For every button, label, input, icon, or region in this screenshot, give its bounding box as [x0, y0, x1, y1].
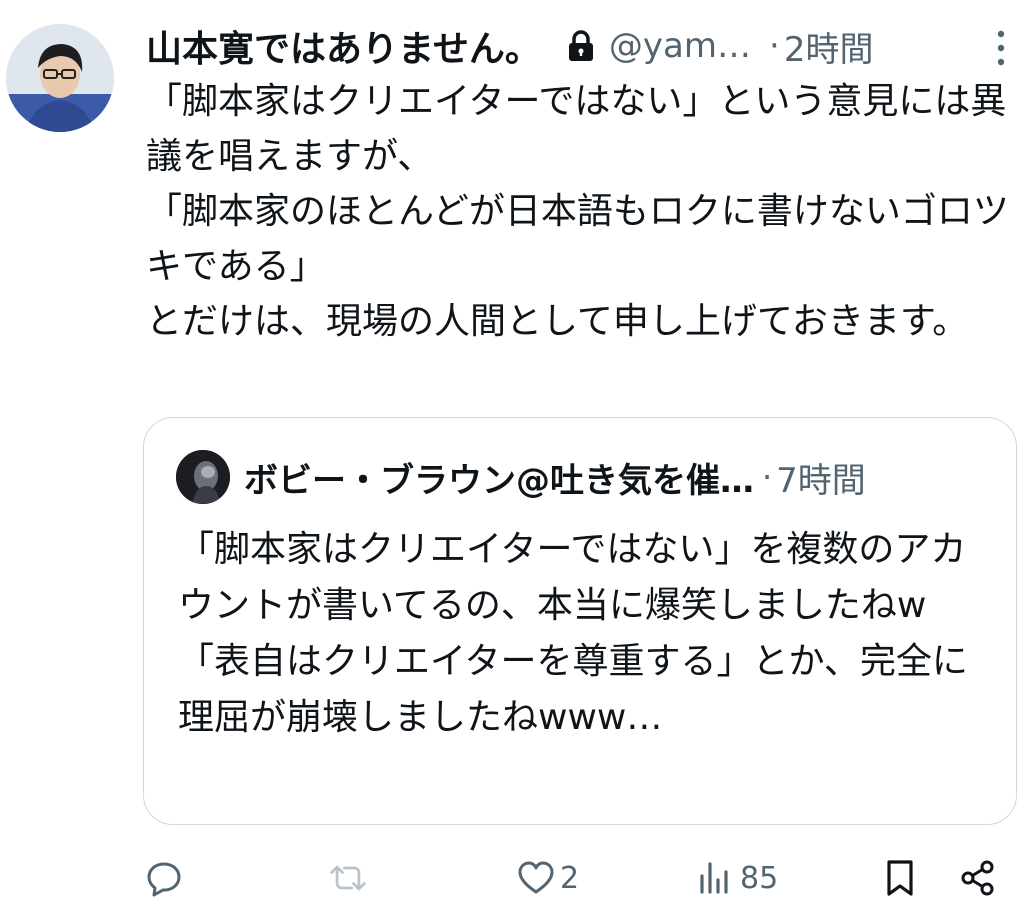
views-icon — [700, 862, 728, 894]
share-icon — [961, 860, 994, 896]
quoted-tweet-time: 7時間 — [776, 460, 866, 501]
share-button[interactable] — [958, 848, 998, 908]
author-name[interactable]: 山本寛ではありません。 — [146, 20, 541, 72]
author-avatar[interactable] — [6, 24, 114, 132]
bookmark-icon — [887, 860, 913, 896]
retweet-icon — [330, 865, 366, 891]
quoted-author-name: ボビー・ブラウン@吐き気を催… — [244, 460, 754, 501]
quoted-author-avatar — [176, 450, 230, 504]
like-icon — [518, 861, 554, 894]
separator-dot: · — [769, 26, 780, 66]
lock-icon — [568, 30, 593, 61]
reply-button[interactable] — [144, 848, 188, 908]
reply-icon — [147, 862, 181, 897]
more-icon[interactable] — [994, 28, 1008, 68]
retweet-button[interactable] — [328, 848, 372, 908]
quoted-separator-dot: · — [762, 458, 773, 496]
tweet-header: 山本寛ではありません。 @yam… · 2時間 — [146, 22, 1016, 70]
author-handle[interactable]: @yam… — [609, 26, 751, 66]
quoted-tweet-text: 「脚本家はクリエイターではない」を複数のアカウントが書いてるの、本当に爆笑しまし… — [178, 529, 968, 738]
like-button[interactable]: 2 — [516, 848, 579, 908]
like-count: 2 — [560, 860, 580, 896]
tweet-time[interactable]: 2時間 — [784, 22, 874, 71]
tweet-text: 「脚本家はクリエイターではない」という意見には異議を唱えますが、 「脚本家のほと… — [146, 81, 1009, 342]
bookmark-button[interactable] — [880, 848, 920, 908]
action-bar: 2 85 — [140, 848, 1020, 908]
quoted-tweet[interactable]: ボビー・ブラウン@吐き気を催… · 7時間 「脚本家はクリエイターではない」を複… — [143, 417, 1017, 825]
views-count: 85 — [740, 860, 779, 896]
views-button[interactable]: 85 — [696, 848, 778, 908]
quoted-tweet-header: ボビー・ブラウン@吐き気を催… · 7時間 — [176, 450, 996, 504]
